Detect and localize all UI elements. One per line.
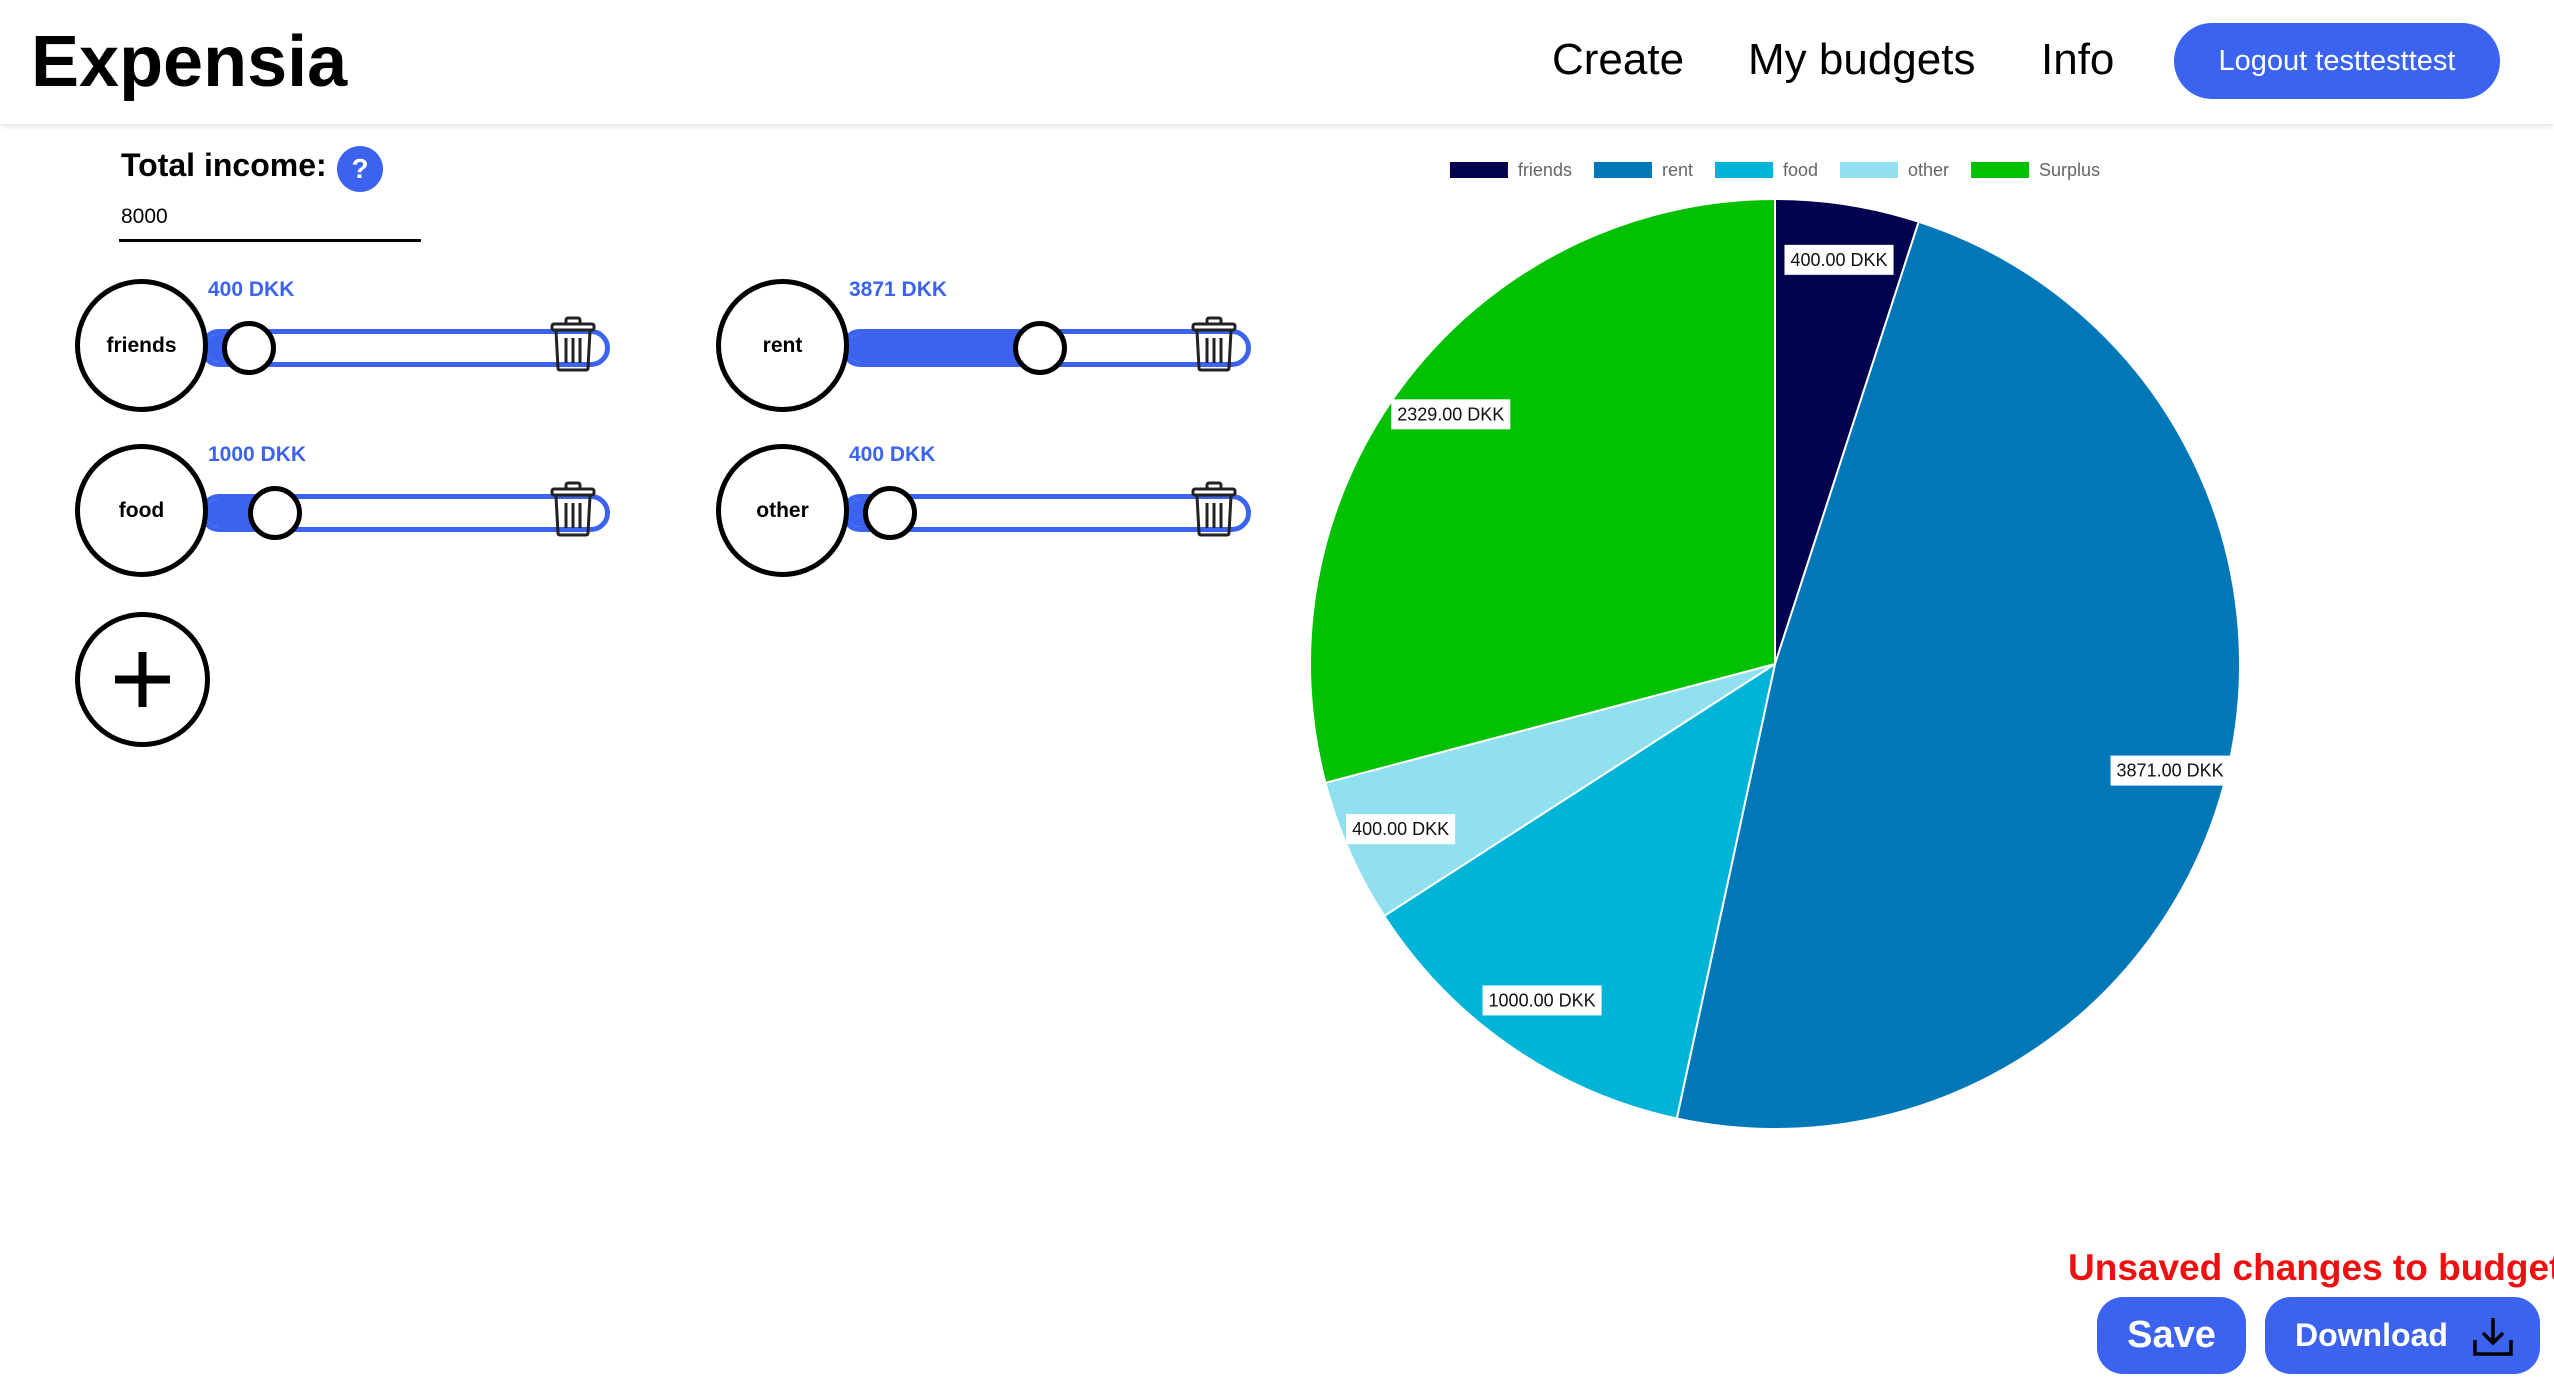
pie-data-label: 400.00 DKK <box>1346 814 1456 845</box>
total-income-input[interactable] <box>119 200 421 242</box>
pie-data-label-text: 400.00 DKK <box>1352 819 1449 839</box>
legend-label: Surplus <box>2039 160 2100 180</box>
budget-pie-chart: friends rent food other Surplus 400.00 DKK 38… <box>1309 160 2241 1130</box>
slider-thumb[interactable] <box>222 321 277 375</box>
trash-icon[interactable] <box>1190 481 1238 537</box>
pie-data-label: 3871.00 DKK <box>2110 755 2230 786</box>
chart-legend: friends rent food other Surplus <box>1449 160 2100 180</box>
legend-item-rent[interactable]: rent <box>1593 160 1693 180</box>
pie-slices <box>1309 197 2241 1130</box>
plus-icon <box>115 652 170 707</box>
legend-item-other[interactable]: other <box>1840 160 1949 180</box>
category-name: food <box>75 444 208 577</box>
trash-icon[interactable] <box>549 316 597 372</box>
nav-info[interactable]: Info <box>2041 24 2114 96</box>
slider-thumb[interactable] <box>248 486 303 540</box>
trash-icon[interactable] <box>549 481 597 537</box>
nav-my-budgets[interactable]: My budgets <box>1748 24 1975 96</box>
category-name: friends <box>75 279 208 412</box>
category-amount: 1000 DKK <box>208 443 307 466</box>
category-friends: 400 DKK friends <box>75 276 635 416</box>
total-income-label: Total income: <box>121 147 327 183</box>
pie-data-label-text: 3871.00 DKK <box>2117 761 2224 781</box>
pie-data-label: 2329.00 DKK <box>1391 399 1511 430</box>
legend-swatch <box>1449 162 1508 178</box>
category-food: 1000 DKK food <box>75 441 635 581</box>
save-button[interactable]: Save <box>2097 1297 2246 1374</box>
pie-data-label-text: 400.00 DKK <box>1790 250 1887 270</box>
legend-label: other <box>1908 160 1949 180</box>
legend-item-surplus[interactable]: Surplus <box>1971 160 2100 180</box>
legend-swatch <box>1840 162 1899 178</box>
category-amount: 400 DKK <box>849 443 936 466</box>
legend-item-food[interactable]: food <box>1714 160 1818 180</box>
pie-data-label: 400.00 DKK <box>1784 244 1894 275</box>
legend-label: food <box>1783 160 1818 180</box>
category-rent: 3871 DKK rent <box>716 276 1276 416</box>
legend-item-friends[interactable]: friends <box>1449 160 1572 180</box>
add-category-button[interactable] <box>75 612 210 747</box>
pie-data-label-text: 1000.00 DKK <box>1489 990 1596 1010</box>
top-navbar: Expensia Create My budgets Info Logout t… <box>0 0 2554 124</box>
download-label: Download <box>2295 1317 2448 1353</box>
pie-data-label: 1000.00 DKK <box>1482 985 1602 1016</box>
download-icon <box>2473 1318 2513 1356</box>
legend-swatch <box>1593 162 1652 178</box>
unsaved-changes-warning: Unsaved changes to budget! <box>2068 1247 2554 1288</box>
legend-label: friends <box>1518 160 1572 180</box>
category-other: 400 DKK other <box>716 441 1276 581</box>
category-amount: 3871 DKK <box>849 278 948 301</box>
pie-data-label-text: 2329.00 DKK <box>1397 404 1504 424</box>
slider-thumb[interactable] <box>863 486 918 540</box>
download-button[interactable]: Download <box>2265 1297 2540 1374</box>
logout-button[interactable]: Logout testtesttest <box>2174 23 2500 99</box>
legend-swatch <box>1714 162 1773 178</box>
nav-create[interactable]: Create <box>1552 24 1684 96</box>
category-amount: 400 DKK <box>208 278 295 301</box>
question-icon[interactable]: ? <box>337 146 383 192</box>
legend-label: rent <box>1662 160 1693 180</box>
brand-logo[interactable]: Expensia <box>31 14 347 110</box>
trash-icon[interactable] <box>1190 316 1238 372</box>
category-name: other <box>716 444 849 577</box>
category-name: rent <box>716 279 849 412</box>
legend-swatch <box>1971 162 2030 178</box>
